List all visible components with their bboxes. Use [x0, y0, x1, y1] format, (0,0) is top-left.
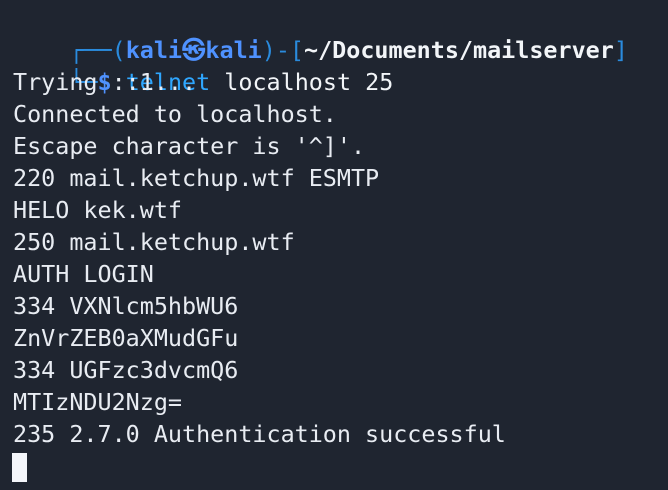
output-line: 235 2.7.0 Authentication successful	[13, 420, 506, 448]
terminal-cursor	[12, 453, 27, 482]
prompt-frame-close: ]	[613, 36, 628, 64]
prompt-command-line: └─$ telnet localhost 25	[13, 34, 393, 96]
prompt-first-line: ┌──(kali㉿kali)-[~/Documents/mailserver]	[13, 2, 628, 64]
output-line: MTIzNDU2Nzg=	[13, 388, 182, 416]
output-line: Connected to localhost.	[13, 100, 337, 128]
terminal-window[interactable]: ┌──(kali㉿kali)-[~/Documents/mailserver] …	[0, 0, 668, 490]
output-line: 334 UGFzc3dvcmQ6	[13, 356, 239, 384]
output-line: Escape character is '^]'.	[13, 132, 366, 160]
output-line: 334 VXNlcm5hbWU6	[13, 292, 239, 320]
output-line: 220 mail.ketchup.wtf ESMTP	[13, 164, 380, 192]
command-arguments: localhost 25	[224, 68, 394, 96]
output-line: AUTH LOGIN	[13, 260, 154, 288]
output-line: 250 mail.ketchup.wtf	[13, 228, 295, 256]
output-line: ZnVrZEB0aXMudGFu	[13, 324, 239, 352]
output-line: HELO kek.wtf	[13, 196, 182, 224]
output-line: Trying ::1...	[13, 68, 197, 96]
